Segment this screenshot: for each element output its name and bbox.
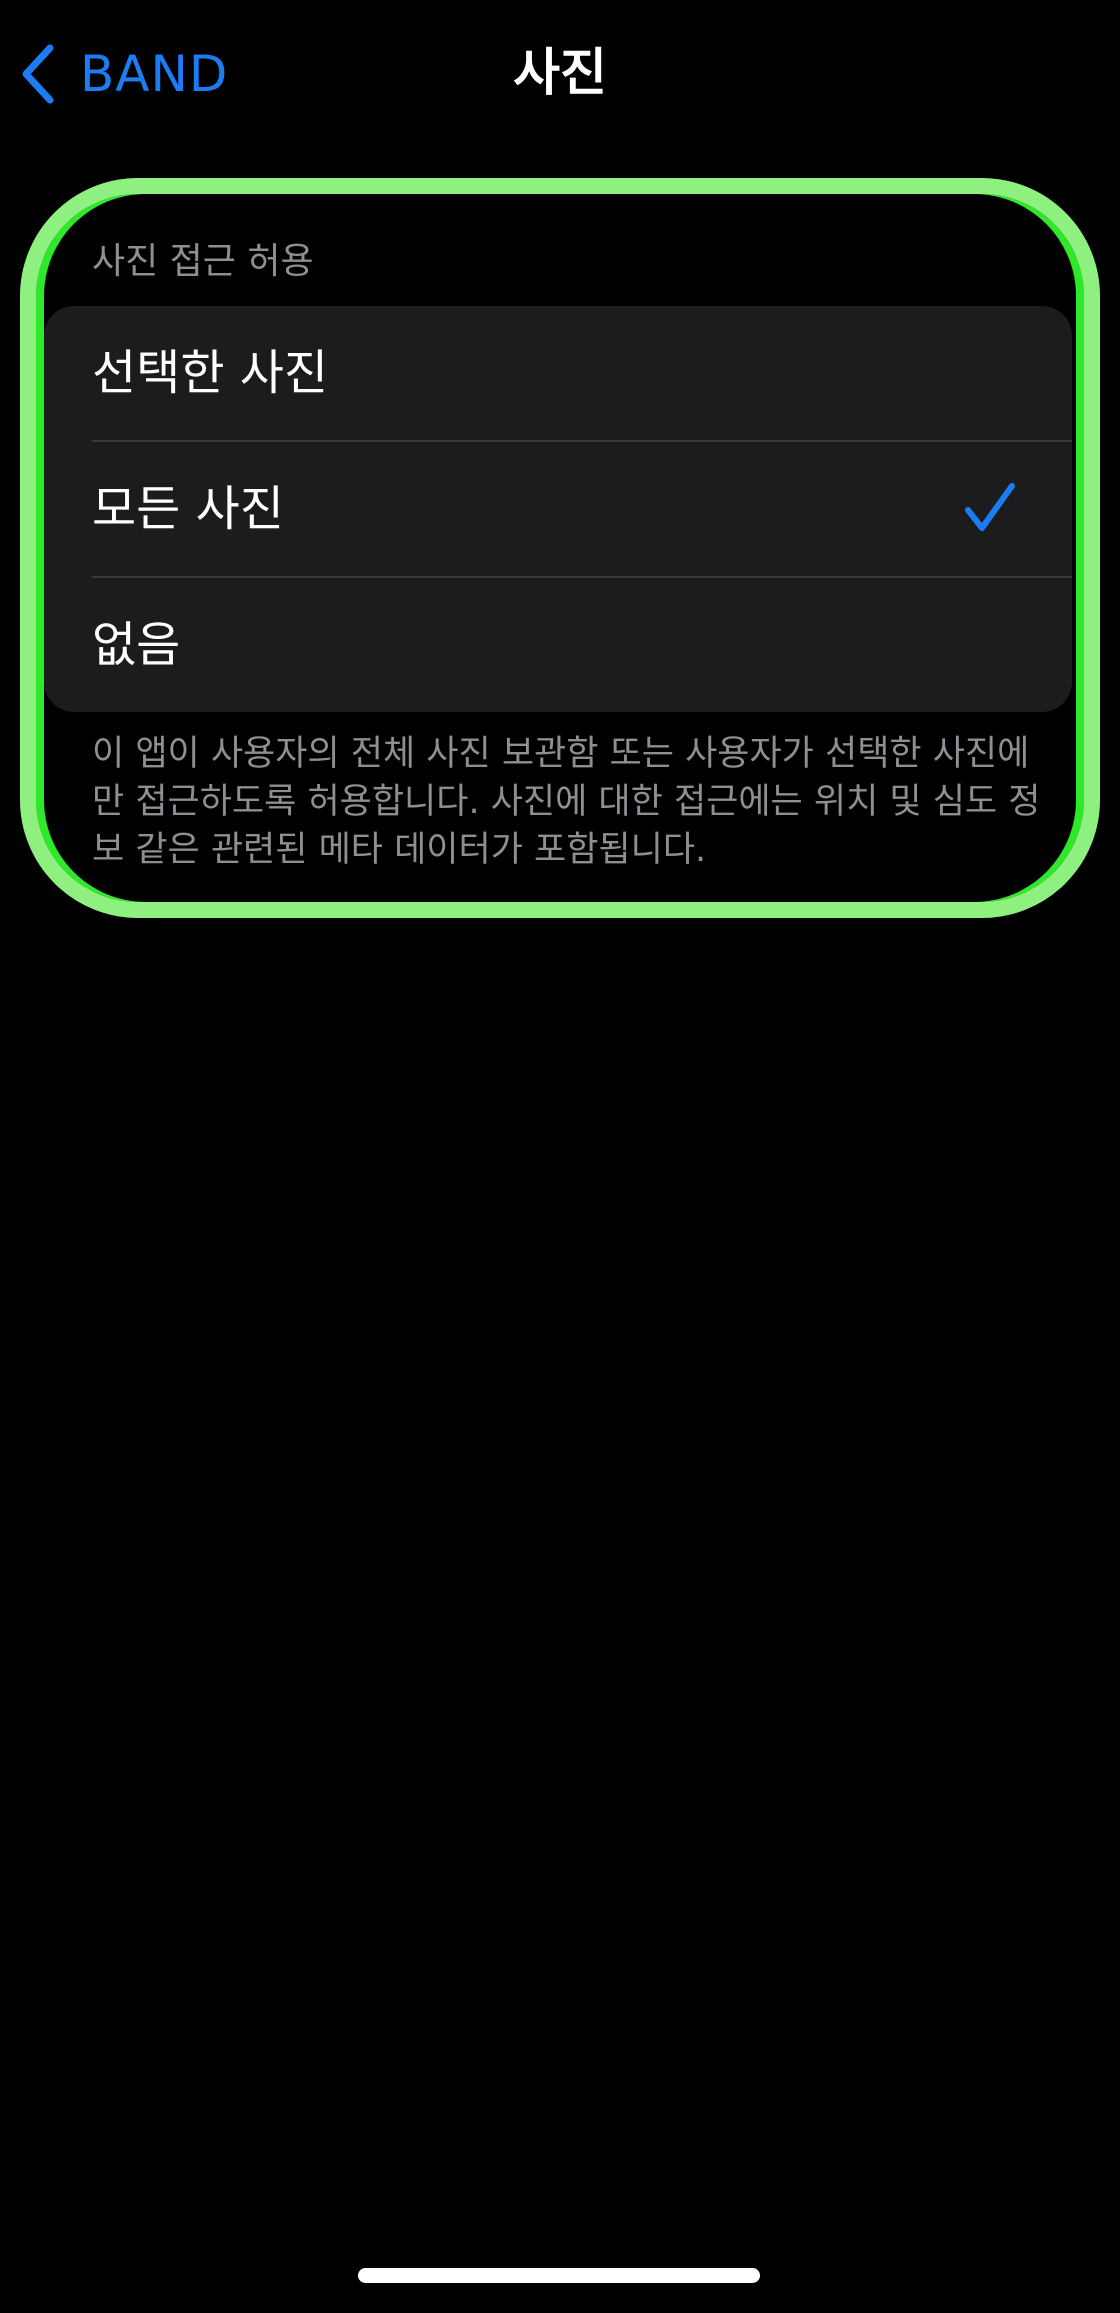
option-all-photos[interactable]: 모든 사진 [44, 442, 1072, 576]
option-label: 없음 [92, 617, 181, 673]
section-header: 사진 접근 허용 [92, 241, 314, 282]
photo-access-options: 선택한 사진 모든 사진 없음 [44, 306, 1072, 712]
page-title: 사진 [513, 44, 607, 103]
option-label: 선택한 사진 [92, 345, 329, 401]
option-selected-photos[interactable]: 선택한 사진 [44, 306, 1072, 440]
option-label: 모든 사진 [92, 481, 284, 537]
checkmark-icon [965, 483, 1015, 531]
home-indicator[interactable] [358, 2268, 760, 2283]
section-footer: 이 앱이 사용자의 전체 사진 보관함 또는 사용자가 선택한 사진에만 접근하… [92, 734, 1041, 870]
option-none[interactable]: 없음 [44, 578, 1072, 712]
navigation-bar: BAND 사진 [0, 0, 1120, 150]
